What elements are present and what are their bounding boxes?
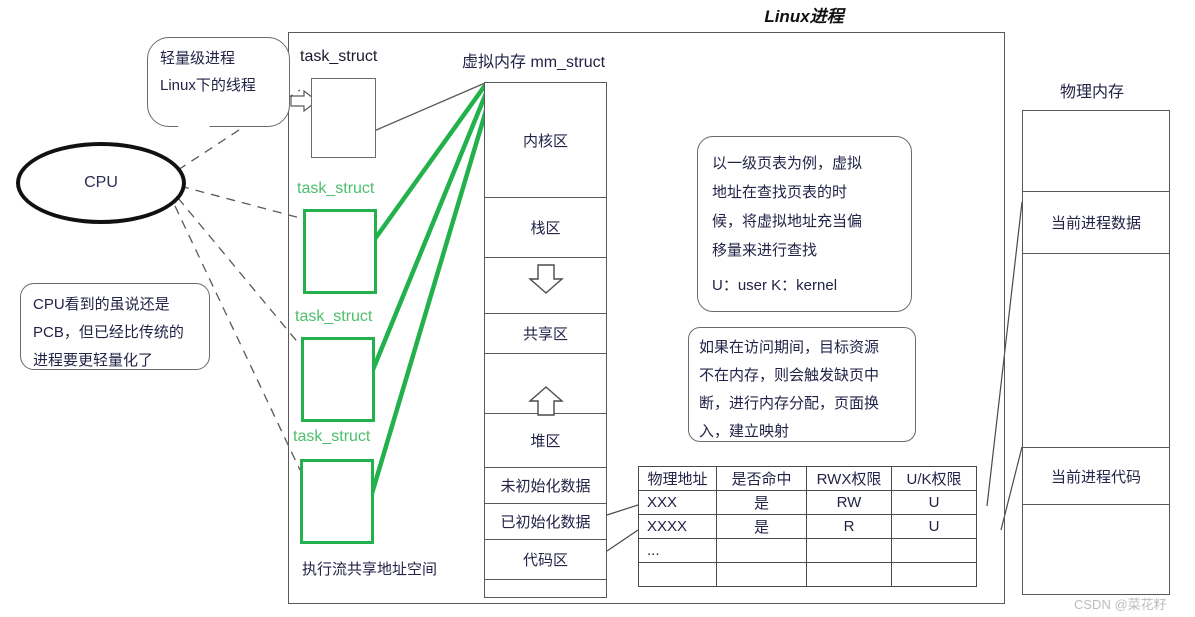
table-row: XXXX 是 R U	[638, 514, 977, 539]
page-table-cell	[806, 562, 892, 587]
mm-region-shared: 共享区	[484, 314, 607, 354]
callout-lightweight-process: 轻量级进程 Linux下的线程	[147, 37, 290, 151]
task-struct-label-4: task_struct	[293, 428, 371, 445]
callout-pt-line5: U：user K：kernel	[712, 277, 838, 294]
mm-region-stack: 栈区	[484, 198, 607, 258]
cpu-label: CPU	[84, 174, 118, 191]
task-struct-box-2	[303, 209, 377, 294]
callout-lwp-line1: 轻量级进程	[160, 50, 236, 67]
task-struct-label-3: task_struct	[295, 308, 373, 325]
callout-pcb-line2: PCB，但已经比传统的	[33, 324, 184, 341]
physical-memory-block-5	[1022, 505, 1170, 595]
mm-struct-title: 虚拟内存 mm_struct	[462, 54, 606, 71]
page-table-cell: 是	[716, 490, 807, 515]
page-table-cell	[716, 562, 807, 587]
page-table-cell: 是	[716, 514, 807, 539]
stack-grows-down-icon	[528, 264, 564, 294]
page-table-cell: U	[891, 514, 977, 539]
page-table-cell	[891, 562, 977, 587]
page-table: 物理地址 是否命中 RWX权限 U/K权限 XXX 是 RW U XXXX 是 …	[638, 466, 977, 587]
callout-pt-line4: 移量来进行查找	[712, 242, 818, 259]
task-struct-label-1: task_struct	[300, 48, 378, 65]
callout-page-fault-note: 如果在访问期间，目标资源 不在内存，则会触发缺页中 断，进行内存分配，页面换 入…	[688, 327, 916, 442]
page-table-cell	[716, 538, 807, 563]
callout-pcb-line1: CPU看到的虽说还是	[33, 296, 170, 313]
task-struct-box-4	[300, 459, 374, 544]
physical-memory-block-1	[1022, 110, 1170, 192]
cpu-node: CPU	[16, 142, 186, 224]
callout-pf-line1: 如果在访问期间，目标资源	[699, 339, 880, 356]
page-table-cell	[891, 538, 977, 563]
mm-region-bottom-pad	[484, 580, 607, 598]
callout-pf-line2: 不在内存，则会触发缺页中	[699, 367, 880, 384]
heap-grows-up-icon	[528, 386, 564, 416]
task-struct-box-1	[311, 78, 376, 158]
page-table-cell	[806, 538, 892, 563]
task-struct-box-3	[301, 337, 375, 422]
mm-region-bss: 未初始化数据	[484, 468, 607, 504]
page-title: Linux进程	[764, 7, 844, 26]
callout-pf-line3: 断，进行内存分配，页面换	[699, 395, 880, 412]
callout-tail	[178, 126, 210, 148]
page-table-header-cell: 是否命中	[716, 466, 807, 491]
physical-memory-column: 当前进程数据 当前进程代码	[1022, 110, 1170, 595]
physical-memory-block-4: 当前进程代码	[1022, 448, 1170, 505]
callout-pf-line4: 入，建立映射	[699, 423, 790, 440]
page-table-cell: ...	[638, 538, 717, 563]
page-table-cell: RW	[806, 490, 892, 515]
callout-pt-line2: 地址在查找页表的时	[712, 184, 848, 201]
table-row: ...	[638, 538, 977, 563]
page-table-cell: XXX	[638, 490, 717, 515]
mm-region-heap: 堆区	[484, 414, 607, 468]
mm-region-data: 已初始化数据	[484, 504, 607, 540]
mm-region-kernel: 内核区	[484, 82, 607, 198]
page-table-header-cell: RWX权限	[806, 466, 892, 491]
page-table-cell: XXXX	[638, 514, 717, 539]
page-table-cell: R	[806, 514, 892, 539]
page-table-cell: U	[891, 490, 977, 515]
task-struct-label-2: task_struct	[297, 180, 375, 197]
table-row	[638, 562, 977, 587]
physical-memory-title: 物理内存	[1059, 84, 1124, 101]
shared-address-space-label: 执行流共享地址空间	[302, 561, 438, 578]
callout-pcb-note: CPU看到的虽说还是 PCB，但已经比传统的 进程要更轻量化了	[20, 283, 210, 370]
csdn-watermark: CSDN @菜花籽	[1074, 597, 1167, 612]
mm-region-text: 代码区	[484, 540, 607, 580]
physical-memory-block-2: 当前进程数据	[1022, 192, 1170, 254]
page-table-cell	[638, 562, 717, 587]
page-table-header-cell: 物理地址	[638, 466, 717, 491]
callout-pt-line3: 候，将虚拟地址充当偏	[712, 213, 863, 230]
callout-lwp-line2: Linux下的线程	[160, 77, 256, 94]
mm-struct-column: 内核区 栈区 共享区 堆区 未初始化数据 已初始化数据 代码区	[484, 82, 607, 598]
diagram-canvas: Linux进程 CPU 轻量级进程 Linux下的线程 CPU看到的虽说还是 P…	[0, 0, 1195, 617]
table-row: XXX 是 RW U	[638, 490, 977, 515]
callout-pt-line1: 以一级页表为例，虚拟	[712, 155, 863, 172]
page-table-header-cell: U/K权限	[891, 466, 977, 491]
callout-page-table-note: 以一级页表为例，虚拟 地址在查找页表的时 候，将虚拟地址充当偏 移量来进行查找 …	[697, 136, 912, 312]
page-table-header-row: 物理地址 是否命中 RWX权限 U/K权限	[638, 466, 977, 491]
callout-pcb-line3: 进程要更轻量化了	[33, 352, 154, 369]
physical-memory-block-3	[1022, 254, 1170, 448]
